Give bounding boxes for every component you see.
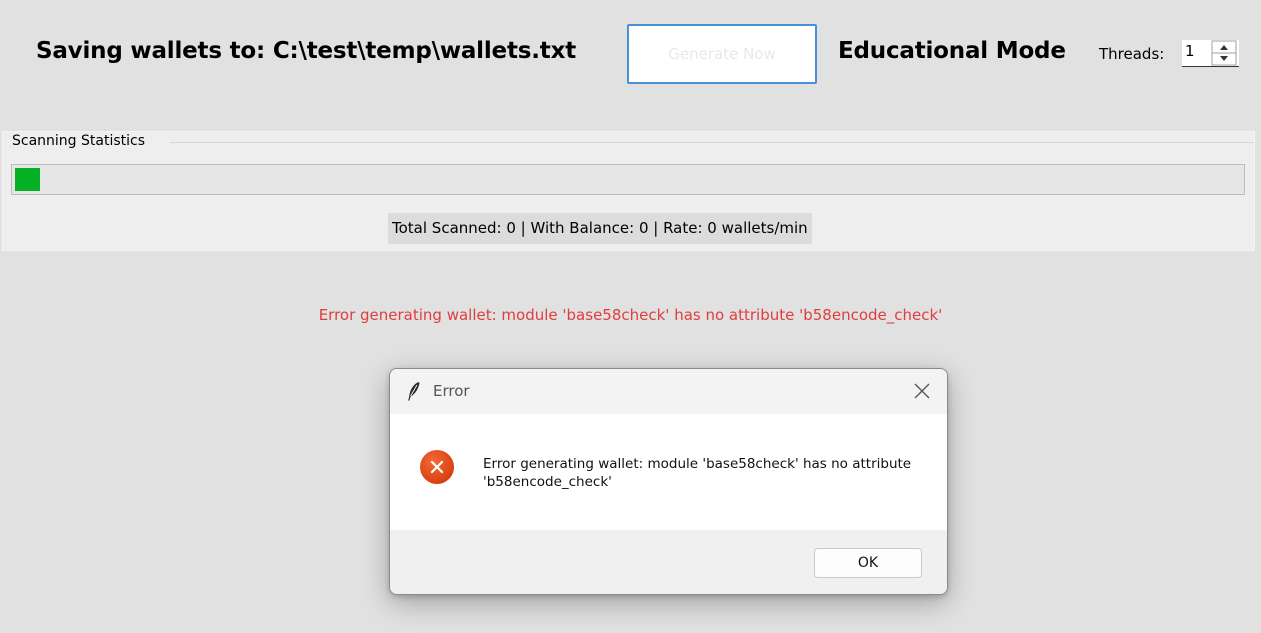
- scanning-statistics-title: Scanning Statistics: [12, 133, 150, 149]
- threads-value[interactable]: 1: [1185, 42, 1195, 60]
- frame-divider: [170, 142, 1254, 143]
- error-status-text: Error generating wallet: module 'base58c…: [318, 306, 943, 324]
- spin-arrows-icon[interactable]: [1211, 40, 1237, 66]
- close-icon[interactable]: [911, 380, 933, 402]
- error-icon: [420, 450, 454, 484]
- scan-summary: Total Scanned: 0 | With Balance: 0 | Rat…: [388, 213, 812, 244]
- error-dialog: Error Error generating wallet: module 'b…: [389, 368, 948, 595]
- mode-label: Educational Mode: [838, 38, 1066, 64]
- save-path-label: Saving wallets to: C:\test\temp\wallets.…: [36, 38, 576, 64]
- threads-spinbox[interactable]: 1: [1182, 40, 1239, 67]
- scan-progress-fill: [15, 168, 40, 191]
- dialog-footer: OK: [390, 530, 947, 594]
- threads-label: Threads:: [1099, 45, 1165, 63]
- dialog-message: Error generating wallet: module 'base58c…: [483, 456, 912, 490]
- dialog-title: Error: [433, 382, 470, 400]
- dialog-body: Error generating wallet: module 'base58c…: [390, 414, 947, 530]
- feather-icon: [408, 382, 420, 401]
- scan-progress-bar: [11, 164, 1245, 195]
- ok-button[interactable]: OK: [814, 548, 922, 578]
- dialog-titlebar[interactable]: Error: [390, 369, 947, 414]
- generate-button[interactable]: Generate Now: [627, 24, 817, 84]
